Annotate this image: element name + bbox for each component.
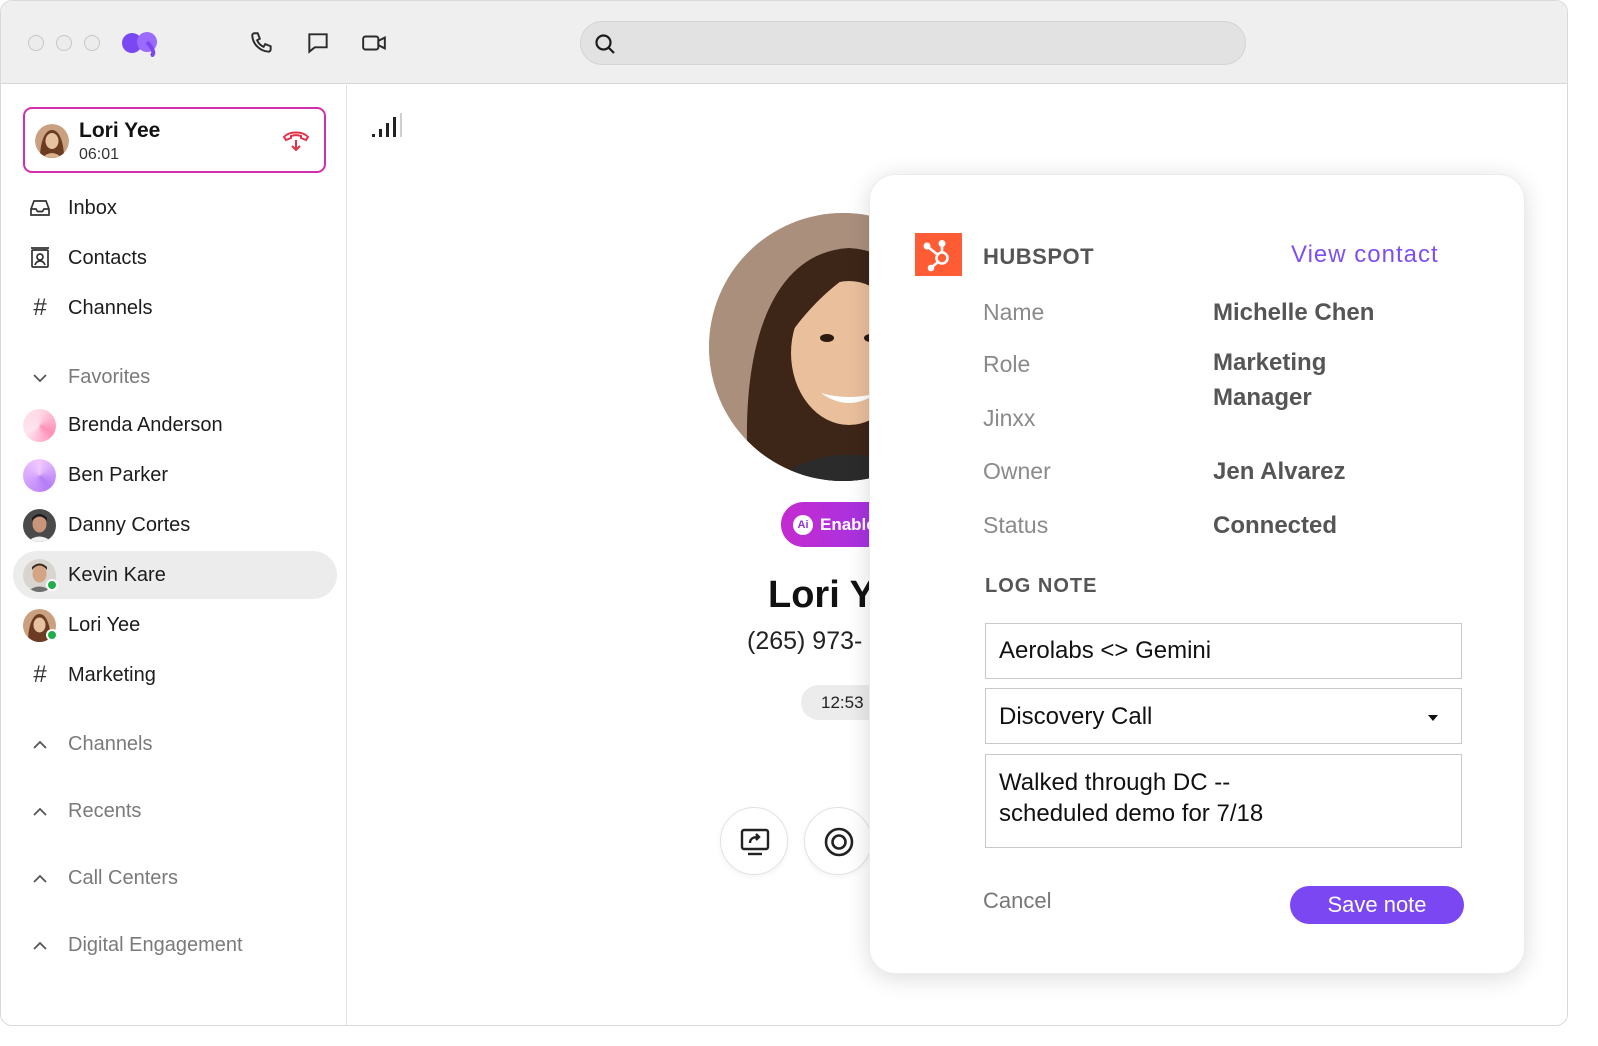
- section-label: Call Centers: [68, 867, 179, 889]
- field-label-jinxx: Jinxx: [983, 405, 1036, 431]
- sidebar-item-label: Channels: [68, 297, 153, 319]
- avatar: [23, 509, 56, 542]
- favorite-item[interactable]: Ben Parker: [13, 451, 337, 499]
- field-label-role: Role: [983, 351, 1031, 377]
- caret-down-icon: [1428, 715, 1438, 721]
- active-call-name: Lori Yee: [79, 119, 161, 142]
- favorite-label: Danny Cortes: [68, 514, 191, 536]
- hash-icon: #: [33, 661, 47, 688]
- favorite-label: Lori Yee: [68, 614, 141, 636]
- chevron-up-icon: [33, 941, 47, 950]
- hash-icon: #: [33, 294, 47, 321]
- app-window: Lori Yee 06:01 Inbox Contacts # Channels: [0, 0, 1568, 1026]
- favorite-label: Marketing: [68, 664, 156, 686]
- window-close-button[interactable]: [28, 35, 44, 51]
- sidebar-item-label: Inbox: [68, 197, 117, 219]
- screen-share-button[interactable]: [720, 807, 788, 875]
- section-toggle-call-centers[interactable]: Call Centers: [13, 854, 337, 902]
- note-body-textarea[interactable]: Walked through DC -- scheduled demo for …: [985, 754, 1462, 848]
- active-call-duration: 06:01: [79, 146, 120, 163]
- call-timer-text: 12:53: [821, 693, 864, 712]
- field-value-role: Marketing Manager: [1213, 349, 1327, 411]
- call-type-select[interactable]: Discovery Call: [985, 688, 1462, 744]
- favorites-section-toggle[interactable]: Favorites: [13, 353, 337, 401]
- favorite-label: Kevin Kare: [68, 564, 166, 586]
- sidebar-item-label: Contacts: [68, 247, 147, 269]
- caller-name: Lori Y: [768, 574, 875, 616]
- field-label-status: Status: [983, 512, 1049, 538]
- online-status-dot: [46, 579, 58, 591]
- field-value-status: Connected: [1213, 512, 1338, 539]
- app-logo-icon: [122, 32, 157, 57]
- search-icon: [595, 34, 615, 54]
- view-contact-link[interactable]: View contact: [1291, 241, 1439, 269]
- search-input[interactable]: [625, 22, 1235, 64]
- favorite-label: Brenda Anderson: [68, 414, 223, 436]
- favorite-item[interactable]: Kevin Kare: [13, 551, 337, 599]
- note-subject-input[interactable]: [985, 623, 1462, 679]
- chevron-up-icon: [33, 740, 47, 749]
- avatar: [35, 124, 69, 158]
- phone-icon[interactable]: [249, 30, 275, 56]
- ai-icon: Ai: [793, 515, 813, 535]
- window-zoom-button[interactable]: [84, 35, 100, 51]
- chevron-up-icon: [33, 874, 47, 883]
- field-value-name: Michelle Chen: [1213, 299, 1375, 326]
- video-icon[interactable]: [361, 30, 387, 56]
- section-label: Channels: [68, 733, 153, 755]
- sidebar-item-inbox[interactable]: Inbox: [13, 184, 337, 232]
- call-type-value: Discovery Call: [999, 703, 1153, 730]
- record-button[interactable]: [804, 807, 872, 875]
- section-toggle-digital-engagement[interactable]: Digital Engagement: [13, 921, 337, 969]
- chat-icon[interactable]: [305, 30, 331, 56]
- sprocket-icon: [923, 240, 949, 272]
- caller-phone-number: (265) 973-: [747, 627, 863, 655]
- online-status-dot: [46, 629, 58, 641]
- favorite-item[interactable]: Brenda Anderson: [13, 401, 337, 449]
- hubspot-card: HUBSPOT View contact Name Michelle Chen …: [869, 174, 1525, 974]
- field-label-name: Name: [983, 299, 1045, 325]
- cancel-button[interactable]: Cancel: [983, 888, 1051, 914]
- hang-up-icon[interactable]: [281, 126, 311, 156]
- section-toggle-recents[interactable]: Recents: [13, 787, 337, 835]
- chevron-down-icon: [33, 374, 47, 383]
- hubspot-title: HUBSPOT: [983, 244, 1095, 269]
- sidebar: Lori Yee 06:01 Inbox Contacts # Channels: [1, 85, 347, 1025]
- section-label: Favorites: [68, 366, 151, 388]
- field-label-owner: Owner: [983, 458, 1051, 484]
- inbox-icon: [30, 200, 50, 216]
- window-minimize-button[interactable]: [56, 35, 72, 51]
- section-label: Recents: [68, 800, 142, 822]
- favorite-item[interactable]: Danny Cortes: [13, 501, 337, 549]
- screen-share-icon: [740, 828, 770, 856]
- search-bar[interactable]: [580, 21, 1246, 65]
- sidebar-item-channels[interactable]: # Channels: [13, 284, 337, 332]
- signal-strength-icon: [372, 113, 402, 137]
- avatar: [23, 409, 56, 442]
- field-value-owner: Jen Alvarez: [1213, 458, 1346, 485]
- save-note-button[interactable]: Save note: [1290, 886, 1464, 924]
- ai-enable-label: Enable: [820, 515, 876, 534]
- favorite-item[interactable]: # Marketing: [13, 651, 337, 699]
- favorite-item[interactable]: Lori Yee: [13, 601, 337, 649]
- hubspot-logo-icon: [915, 233, 962, 276]
- title-bar: [1, 1, 1567, 84]
- active-call-card[interactable]: Lori Yee 06:01: [23, 107, 326, 173]
- record-icon: [824, 827, 854, 857]
- avatar: [23, 459, 56, 492]
- favorite-label: Ben Parker: [68, 464, 169, 486]
- chevron-up-icon: [33, 807, 47, 816]
- contacts-icon: [31, 247, 49, 268]
- section-label: Digital Engagement: [68, 934, 243, 956]
- sidebar-item-contacts[interactable]: Contacts: [13, 234, 337, 282]
- log-note-title: LOG NOTE: [985, 575, 1098, 597]
- section-toggle-channels[interactable]: Channels: [13, 720, 337, 768]
